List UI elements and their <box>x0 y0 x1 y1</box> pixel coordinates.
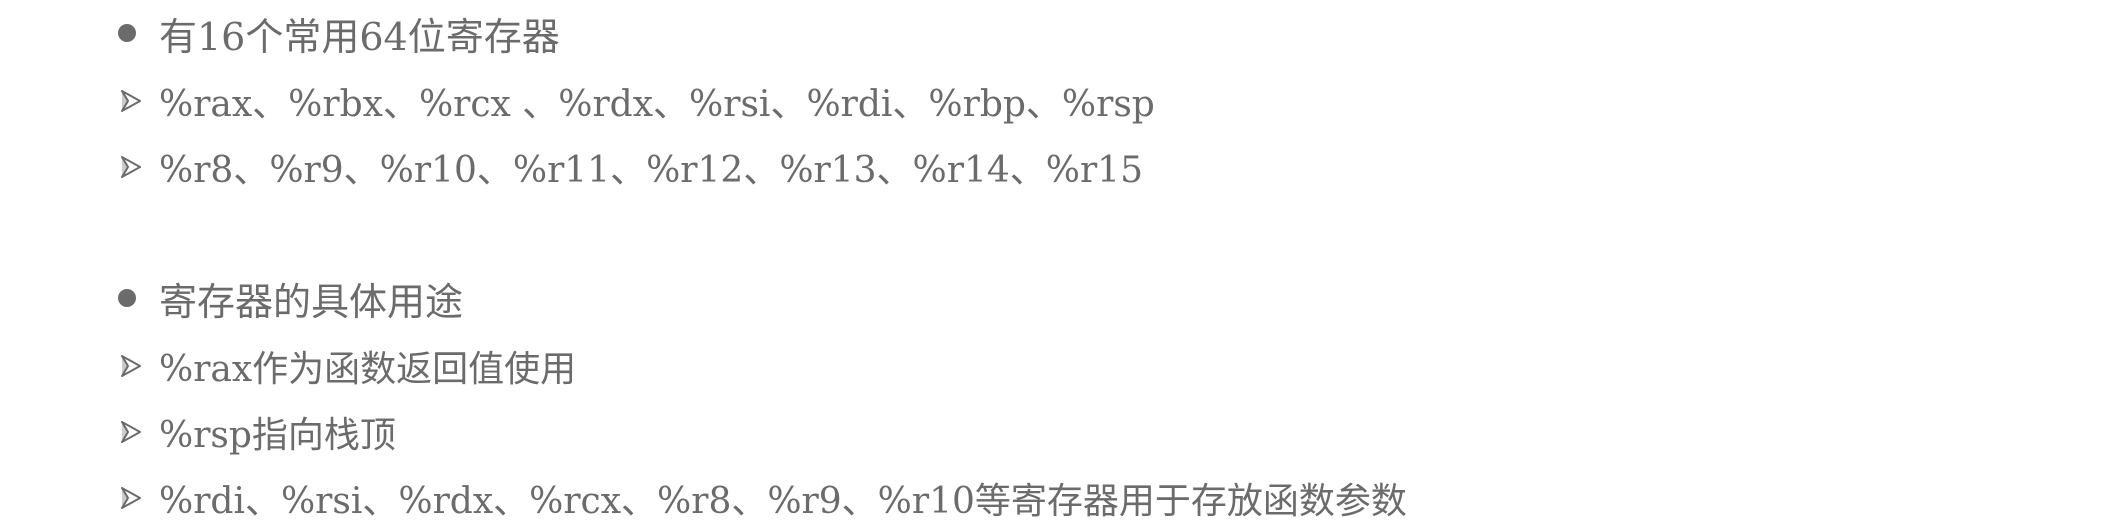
section-1-heading-line: 有16个常用64位寄存器 <box>118 5 560 61</box>
section-2-item-1: %rax作为函数返回值使用 <box>159 349 577 390</box>
section-2-item-3-line: %rdi、%rsi、%rdx、%rcx、%r8、%r9、%r10等寄存器用于存放… <box>118 470 1407 526</box>
section-2-heading: 寄存器的具体用途 <box>159 279 464 324</box>
section-2-item-3: %rdi、%rsi、%rdx、%rcx、%r8、%r9、%r10等寄存器用于存放… <box>159 481 1407 522</box>
arrowhead-bullet-icon <box>118 88 144 114</box>
arrowhead-bullet-icon <box>118 353 144 379</box>
section-2-item-2-line: %rsp指向栈顶 <box>118 404 396 460</box>
section-1-item-2-line: %r8、%r9、%r10、%r11、%r12、%r13、%r14、%r15 <box>118 139 1143 195</box>
filled-circle-bullet-icon <box>118 24 136 42</box>
filled-circle-bullet-icon <box>118 289 136 307</box>
section-1-item-2: %r8、%r9、%r10、%r11、%r12、%r13、%r14、%r15 <box>159 150 1143 191</box>
arrowhead-bullet-icon <box>118 419 144 445</box>
document-page: 有16个常用64位寄存器 %rax、%rbx、%rcx 、%rdx、%rsi、%… <box>0 0 2126 524</box>
section-2-item-1-line: %rax作为函数返回值使用 <box>118 338 576 394</box>
section-1-heading: 有16个常用64位寄存器 <box>159 14 560 59</box>
arrowhead-bullet-icon <box>118 154 144 180</box>
section-2-heading-line: 寄存器的具体用途 <box>118 270 463 326</box>
arrowhead-bullet-icon <box>118 485 144 511</box>
section-2-item-2: %rsp指向栈顶 <box>159 415 396 456</box>
section-1-item-1-line: %rax、%rbx、%rcx 、%rdx、%rsi、%rdi、%rbp、%rsp <box>118 73 1155 129</box>
section-1-item-1: %rax、%rbx、%rcx 、%rdx、%rsi、%rdi、%rbp、%rsp <box>159 84 1155 125</box>
